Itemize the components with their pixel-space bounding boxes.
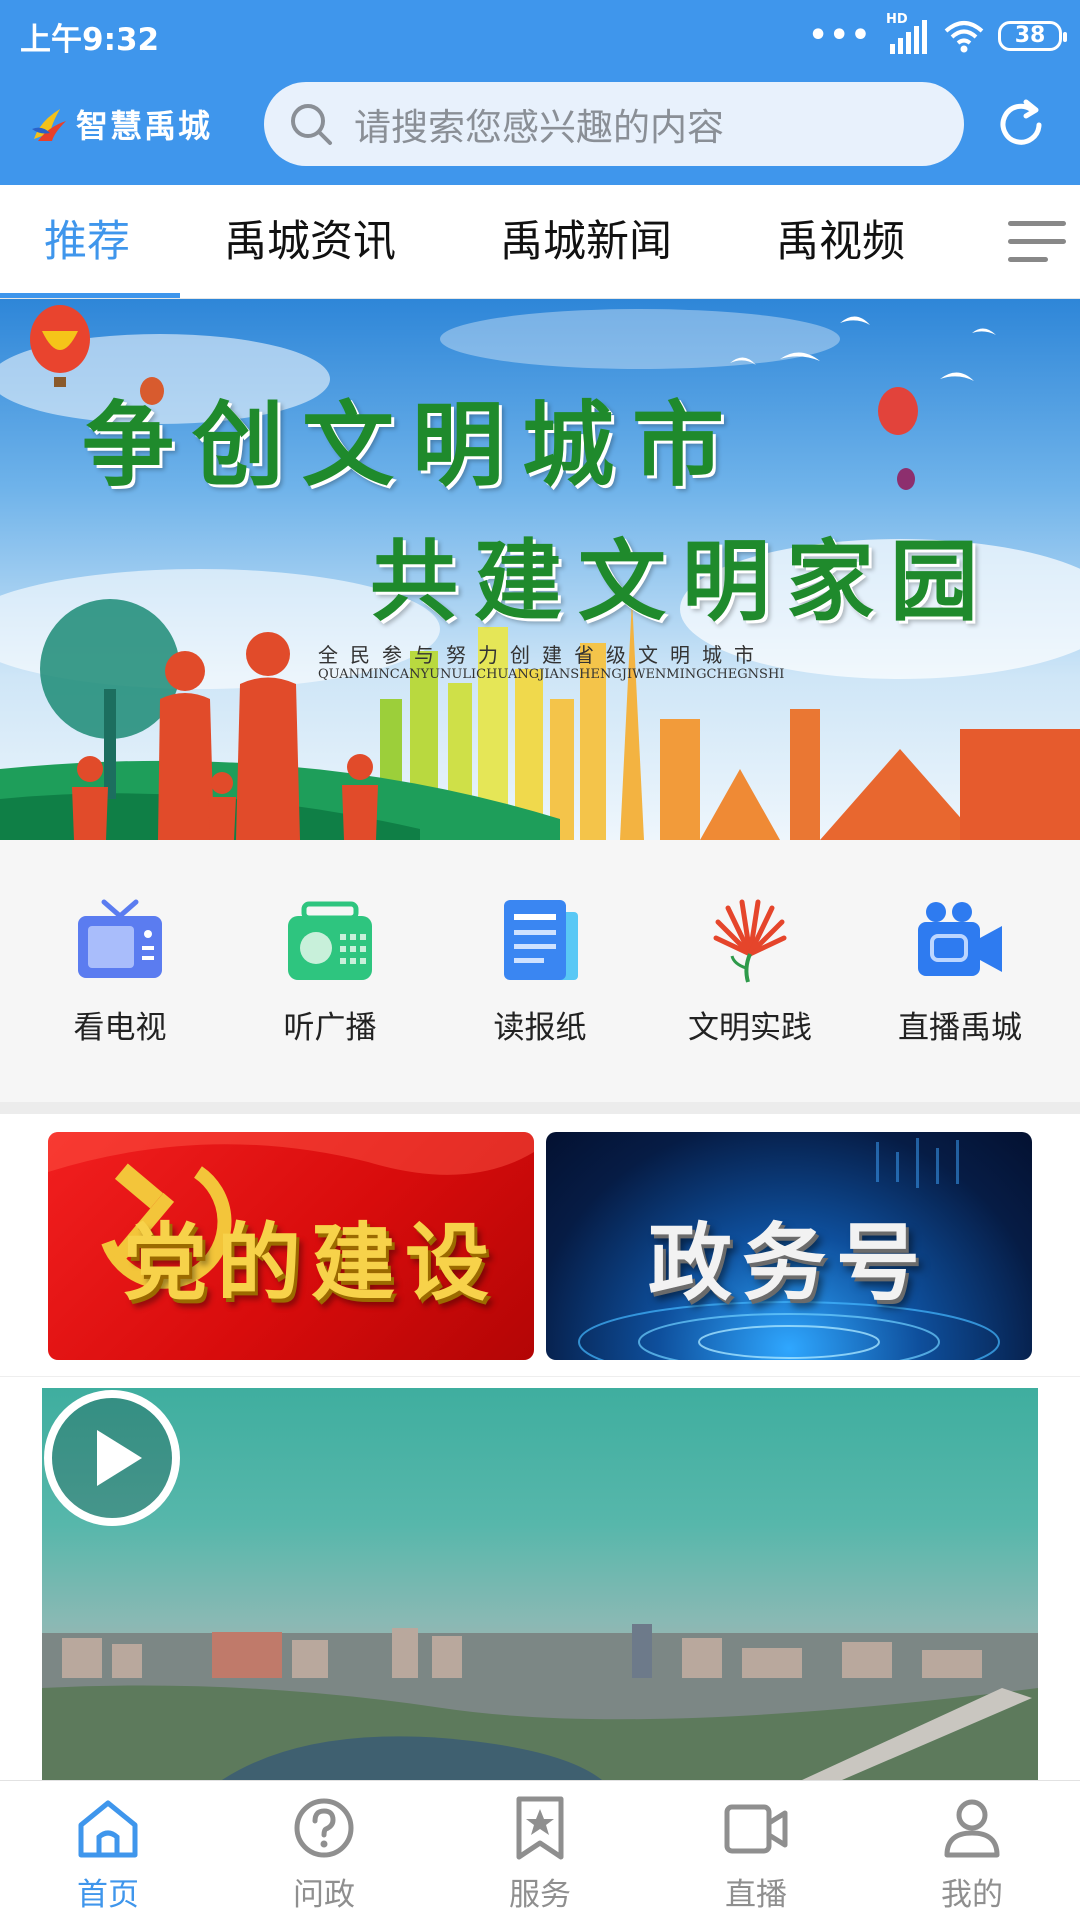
quick-entry-label: 看电视 [73,1010,167,1046]
nav-home[interactable]: 首页 [0,1795,216,1919]
quick-entry-label: 读报纸 [493,1010,587,1046]
status-icons: ••• HD 38 [808,12,1067,58]
nav-service[interactable]: 服务 [432,1795,648,1919]
tab-yucheng-news[interactable]: 禹城新闻 [500,185,672,299]
nav-label: 直播 [725,1877,787,1913]
banner-title-line2: 共建文明家园 [370,529,995,633]
search-icon [291,104,332,145]
quick-entry-label: 听广播 [283,1010,377,1046]
home-icon [78,1800,138,1858]
tv-icon [78,899,162,978]
nav-label: 问政 [293,1877,355,1913]
quick-entry-label: 文明实践 [688,1010,812,1046]
newspaper-icon [504,900,578,980]
notification-dots-icon: ••• [808,18,872,53]
search-placeholder: 请搜索您感兴趣的内容 [354,106,724,149]
status-time: 上午9:32 [20,22,160,58]
section-divider [0,1102,1080,1114]
section-divider [0,1376,1080,1377]
banner-title-line1: 争创文明城市 [82,391,743,499]
party-building-card[interactable]: 党的建设 [48,1132,534,1360]
live-camera-icon [918,902,1002,976]
bottom-navigation: 首页 问政 服务 直播 我的 [0,1780,1080,1920]
video-thumbnail [42,1624,1038,1780]
status-bar: 上午9:32 ••• HD 38 [0,0,1080,72]
nav-mine[interactable]: 我的 [864,1795,1080,1919]
nav-label: 服务 [509,1877,571,1913]
active-tab-indicator [0,293,180,298]
government-account-card[interactable]: 政务号 [546,1132,1032,1360]
nav-label: 首页 [77,1877,139,1913]
service-star-icon [516,1796,564,1860]
logo-bird-icon [32,109,66,141]
quick-entry-radio[interactable]: 听广播 [250,898,410,1058]
nav-label: 我的 [941,1877,1003,1913]
logo-text: 智慧禹城 [76,107,213,145]
app-logo: 智慧禹城 [30,100,212,148]
quick-entry-label: 直播禹城 [898,1010,1022,1046]
government-account-title: 政务号 [647,1214,930,1312]
play-button-icon[interactable] [42,1388,182,1528]
featured-video[interactable] [42,1388,1038,1780]
live-video-icon [724,1804,788,1854]
quick-entry-tv[interactable]: 看电视 [40,898,200,1058]
party-building-title: 党的建设 [122,1214,499,1312]
banner-subtitle: 全民参与努力创建省级文明城市 [318,643,766,667]
refresh-icon[interactable] [992,96,1050,154]
app-header: 上午9:32 ••• HD 38 智慧禹城 请搜索您感兴趣的内容 [0,0,1080,185]
nav-live[interactable]: 直播 [648,1795,864,1919]
banner-carousel[interactable]: 争创文明城市 共建文明家园 全民参与努力创建省级文明城市 QUANMINCANY… [0,299,1080,840]
signal-icon: HD [886,12,930,56]
channel-menu-icon[interactable] [1008,221,1066,265]
question-icon [294,1798,354,1858]
battery-icon: 38 [998,21,1067,51]
quick-entry-grid: 看电视 听广播 读报纸 文明实践 直播禹城 [0,840,1080,1102]
quick-entry-civilization[interactable]: 文明实践 [670,898,830,1058]
radio-icon [288,901,372,980]
quick-entry-newspaper[interactable]: 读报纸 [460,898,620,1058]
tab-yu-video[interactable]: 禹视频 [776,185,905,299]
banner-subtitle-pinyin: QUANMINCANYUNULICHUANGJIANSHENGJIWENMING… [318,667,785,682]
quick-entry-live[interactable]: 直播禹城 [880,898,1040,1058]
nav-inquiry[interactable]: 问政 [216,1795,432,1919]
search-input[interactable]: 请搜索您感兴趣的内容 [264,82,964,166]
civilization-practice-icon [713,899,787,983]
channel-tabs: 推荐 禹城资讯 禹城新闻 禹视频 [0,185,1080,299]
tab-yucheng-info[interactable]: 禹城资讯 [224,185,396,299]
wifi-icon [944,21,984,53]
tab-recommend[interactable]: 推荐 [44,185,130,299]
user-icon [944,1799,1000,1858]
